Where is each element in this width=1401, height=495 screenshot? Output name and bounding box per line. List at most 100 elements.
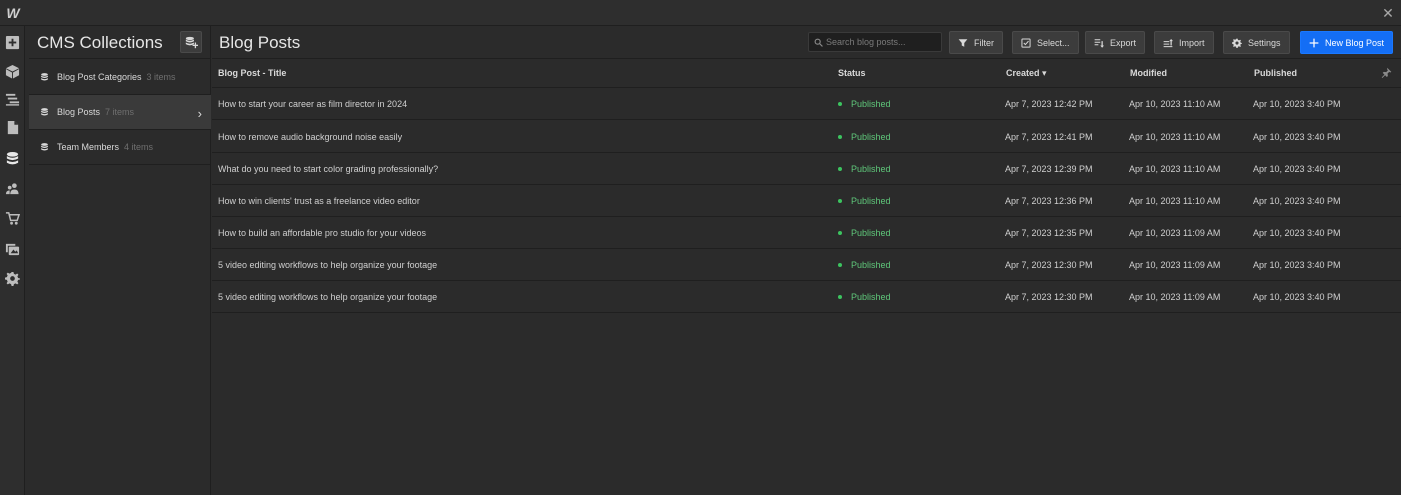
cell-title: How to build an affordable pro studio fo… <box>218 228 426 238</box>
table-row[interactable]: How to build an affordable pro studio fo… <box>212 217 1401 249</box>
status-dot-icon <box>838 198 842 203</box>
cube-icon[interactable] <box>0 57 25 85</box>
table-row[interactable]: How to remove audio background noise eas… <box>212 121 1401 153</box>
collection-count: 4 items <box>124 142 154 152</box>
export-icon <box>1094 38 1104 48</box>
cell-title: 5 video editing workflows to help organi… <box>218 260 438 270</box>
cell-status: Published <box>838 292 891 302</box>
new-blog-post-label: New Blog Post <box>1325 37 1385 48</box>
collection-count: 7 items <box>105 107 135 117</box>
table-row[interactable]: How to start your career as film directo… <box>212 88 1401 120</box>
cell-created: Apr 7, 2023 12:42 PM <box>1005 99 1093 109</box>
cell-modified: Apr 10, 2023 11:10 AM <box>1129 132 1221 142</box>
column-header-modified[interactable]: Modified <box>1130 68 1167 78</box>
add-collection-icon <box>185 36 198 48</box>
database-icon <box>41 108 48 116</box>
cell-title: What do you need to start color grading … <box>218 164 439 174</box>
import-button[interactable]: Import <box>1154 31 1214 54</box>
import-icon <box>1163 38 1173 47</box>
select-button[interactable]: Select... <box>1012 31 1079 54</box>
status-dot-icon <box>838 230 842 235</box>
cell-published: Apr 10, 2023 3:40 PM <box>1253 132 1341 142</box>
cell-title: 5 video editing workflows to help organi… <box>218 292 438 302</box>
cell-created: Apr 7, 2023 12:35 PM <box>1005 228 1093 238</box>
users-icon[interactable] <box>0 174 25 202</box>
collection-count: 3 items <box>146 72 176 82</box>
cell-created: Apr 7, 2023 12:30 PM <box>1005 260 1093 270</box>
add-icon[interactable] <box>0 28 25 56</box>
filter-button[interactable]: Filter <box>949 31 1003 54</box>
table-row[interactable]: How to win clients' trust as a freelance… <box>212 185 1401 217</box>
status-text: Published <box>851 164 891 174</box>
table-row[interactable]: 5 video editing workflows to help organi… <box>212 249 1401 281</box>
gear-icon <box>1232 38 1242 48</box>
cell-published: Apr 10, 2023 3:40 PM <box>1253 228 1341 238</box>
webflow-logo[interactable]: W <box>0 0 26 26</box>
column-header-title[interactable]: Blog Post - Title <box>218 68 286 78</box>
navigator-icon[interactable] <box>0 85 25 113</box>
collection-item-team-members[interactable]: Team Members 4 items <box>29 130 211 165</box>
cell-modified: Apr 10, 2023 11:10 AM <box>1129 99 1221 109</box>
export-button[interactable]: Export <box>1085 31 1146 54</box>
cell-created: Apr 7, 2023 12:36 PM <box>1005 196 1093 206</box>
table-row[interactable]: What do you need to start color grading … <box>212 153 1401 185</box>
cms-database-icon[interactable] <box>0 144 25 172</box>
close-icon[interactable]: ✕ <box>1375 0 1401 26</box>
import-label: Import <box>1179 37 1205 48</box>
collection-name: Team Members <box>57 142 120 152</box>
status-dot-icon <box>838 166 842 171</box>
cell-status: Published <box>838 196 891 206</box>
cell-title: How to start your career as film directo… <box>218 99 408 109</box>
cell-title: How to win clients' trust as a freelance… <box>218 196 420 206</box>
table-header: Blog Post - Title Status Created ▾ Modif… <box>212 59 1401 88</box>
collection-name: Blog Posts <box>57 107 101 117</box>
collections-title: CMS Collections <box>37 33 163 52</box>
column-header-created-label: Created <box>1006 68 1040 78</box>
cell-published: Apr 10, 2023 3:40 PM <box>1253 196 1341 206</box>
status-text: Published <box>851 132 891 142</box>
database-icon <box>41 73 48 81</box>
add-collection-button[interactable] <box>180 31 202 53</box>
sort-descending-icon: ▾ <box>1042 68 1047 78</box>
status-dot-icon <box>838 262 842 267</box>
status-text: Published <box>851 196 891 206</box>
cell-published: Apr 10, 2023 3:40 PM <box>1253 292 1341 302</box>
export-label: Export <box>1110 37 1137 48</box>
search-input[interactable] <box>826 37 936 47</box>
column-header-published[interactable]: Published <box>1254 68 1297 78</box>
status-dot-icon <box>838 294 842 299</box>
status-text: Published <box>851 228 891 238</box>
main-content: Blog Posts Filter Select... Export Impor… <box>212 26 1401 495</box>
status-dot-icon <box>838 134 842 139</box>
filter-icon <box>958 38 968 47</box>
cell-status: Published <box>838 164 891 174</box>
cell-published: Apr 10, 2023 3:40 PM <box>1253 260 1341 270</box>
search-box[interactable] <box>808 32 942 52</box>
main-header: Blog Posts Filter Select... Export Impor… <box>212 26 1401 59</box>
status-text: Published <box>851 260 891 270</box>
new-blog-post-button[interactable]: New Blog Post <box>1300 31 1394 54</box>
column-header-status[interactable]: Status <box>838 68 866 78</box>
status-dot-icon <box>838 101 842 106</box>
pin-icon[interactable] <box>1381 67 1392 78</box>
table-row[interactable]: 5 video editing workflows to help organi… <box>212 281 1401 313</box>
cell-modified: Apr 10, 2023 11:09 AM <box>1129 228 1221 238</box>
select-label: Select... <box>1037 37 1070 48</box>
cell-status: Published <box>838 228 891 238</box>
collection-item-blog-post-categories[interactable]: Blog Post Categories 3 items <box>29 60 211 95</box>
collections-panel: CMS Collections Blog Post Categories 3 i… <box>29 26 211 495</box>
settings-gear-icon[interactable] <box>0 264 25 292</box>
pages-icon[interactable] <box>0 113 25 141</box>
checkbox-icon <box>1021 37 1031 48</box>
cell-status: Published <box>838 132 891 142</box>
collections-header: CMS Collections <box>29 26 210 59</box>
ecommerce-cart-icon[interactable] <box>0 204 25 232</box>
collection-item-blog-posts[interactable]: Blog Posts 7 items › <box>29 95 211 130</box>
settings-label: Settings <box>1248 37 1281 48</box>
assets-icon[interactable] <box>0 234 25 262</box>
search-icon <box>814 38 823 47</box>
settings-button[interactable]: Settings <box>1223 31 1290 54</box>
column-header-created[interactable]: Created ▾ <box>1006 68 1047 79</box>
cell-modified: Apr 10, 2023 11:09 AM <box>1129 292 1221 302</box>
chevron-right-icon: › <box>197 106 202 121</box>
